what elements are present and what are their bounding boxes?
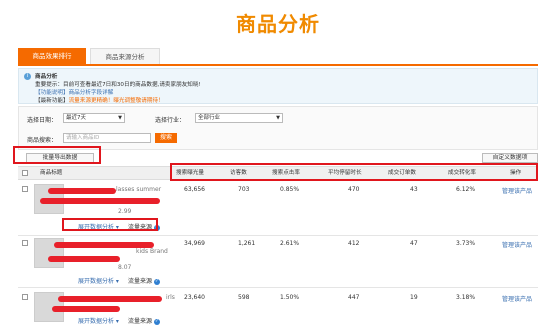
cell-visitors: 598 [238, 294, 250, 301]
table-row: kids Brand 8.07 展开数据分析 ▾ 流量来源 ✓ 34,969 1… [18, 236, 538, 288]
cell-exposure: 63,656 [184, 186, 205, 193]
page-title: 商品分析 [236, 12, 320, 36]
filter-panel: 选择日期： 最近7天 ▼ 选择行业： 全部行业 ▼ 商品搜索： 请输入商品ID 搜索 [18, 106, 538, 150]
search-label: 商品搜索： [27, 137, 58, 144]
expand-analysis-link[interactable]: 展开数据分析 ▾ [78, 276, 119, 285]
manage-product-link[interactable]: 管理该产品 [502, 240, 532, 249]
highlight-expand-analysis [62, 218, 158, 231]
redaction-mark [48, 188, 116, 194]
product-title-fragment[interactable]: irls [166, 294, 175, 301]
cell-stay: 447 [348, 294, 360, 301]
cell-stay: 412 [348, 240, 360, 247]
cell-ctr: 1.50% [280, 294, 300, 301]
notice-new-prefix: 【最新功能】 [35, 98, 69, 104]
cell-visitors: 1,261 [238, 240, 256, 247]
search-input[interactable]: 请输入商品ID [63, 133, 151, 143]
industry-select[interactable]: 全部行业 ▼ [195, 113, 283, 123]
product-title-fragment[interactable]: lasses summer [116, 186, 161, 193]
cell-stay: 470 [348, 186, 360, 193]
row-checkbox[interactable] [22, 186, 28, 192]
tab-product-source[interactable]: 商品来源分析 [90, 48, 160, 64]
product-price: 2.99 [118, 208, 132, 215]
industry-value: 全部行业 [198, 115, 221, 121]
verified-icon: ✓ [153, 278, 160, 285]
product-title-fragment[interactable]: kids Brand [136, 248, 168, 255]
notice-line-important: 重要提示：目前可查看最近7日和30日的商品数据,请卖家朋友知晓! [35, 82, 201, 88]
chevron-down-icon: ▼ [276, 115, 280, 121]
notice-title: 商品分析 [35, 74, 58, 80]
manage-product-link[interactable]: 管理该产品 [502, 186, 532, 195]
cell-orders: 19 [410, 294, 418, 301]
redaction-mark [52, 306, 120, 312]
date-value: 最近7天 [66, 115, 86, 121]
redaction-mark [58, 296, 162, 302]
info-icon: i [24, 73, 31, 80]
traffic-source-link[interactable]: 流量来源 ✓ [128, 276, 160, 285]
row-checkbox[interactable] [22, 294, 28, 300]
cell-exposure: 23,640 [184, 294, 205, 301]
page-banner: 商品分析 [0, 0, 556, 40]
row-checkbox[interactable] [22, 240, 28, 246]
date-label: 选择日期： [27, 117, 58, 124]
cell-cvr: 3.18% [456, 294, 476, 301]
manage-product-link[interactable]: 管理该产品 [502, 294, 532, 303]
notice-new-link[interactable]: 流量来源更精确！曝光调整敬请期待！ [69, 98, 164, 104]
cell-cvr: 3.73% [456, 240, 476, 247]
traffic-source-link[interactable]: 流量来源 ✓ [128, 316, 160, 325]
table-row: irls 展开数据分析 ▾ 流量来源 ✓ 23,640 598 1.50% 44… [18, 290, 538, 326]
cell-orders: 43 [410, 186, 418, 193]
notice-line-new: 【最新功能】流量来源更精确！曝光调整敬请期待！ [35, 96, 164, 104]
notice-line-feature[interactable]: 【功能说明】商品分析字段详解 [35, 88, 113, 96]
tab-product-ranking[interactable]: 商品效果排行 [18, 48, 86, 64]
search-button[interactable]: 搜索 [155, 133, 177, 143]
expand-analysis-link[interactable]: 展开数据分析 ▾ [78, 316, 119, 325]
product-price: 8.07 [118, 264, 132, 271]
date-select[interactable]: 最近7天 ▼ [63, 113, 125, 123]
notice-panel: i 商品分析 重要提示：目前可查看最近7日和30日的商品数据,请卖家朋友知晓! … [18, 68, 538, 104]
col-title: 商品标题 [40, 170, 63, 176]
cell-exposure: 34,969 [184, 240, 205, 247]
industry-label: 选择行业： [155, 117, 186, 124]
cell-ctr: 0.85% [280, 186, 300, 193]
highlight-metric-columns [170, 163, 538, 181]
chevron-down-icon: ▼ [118, 115, 122, 121]
verified-icon: ✓ [153, 318, 160, 325]
custom-columns-button[interactable]: 自定义数据项 [482, 153, 538, 163]
cell-orders: 47 [410, 240, 418, 247]
tab-bar: 商品效果排行 商品来源分析 [18, 48, 538, 66]
redaction-mark [48, 256, 120, 262]
redaction-mark [40, 198, 160, 204]
select-all-checkbox[interactable] [22, 170, 28, 176]
cell-ctr: 2.61% [280, 240, 300, 247]
highlight-export [13, 146, 101, 164]
cell-cvr: 6.12% [456, 186, 476, 193]
cell-visitors: 703 [238, 186, 250, 193]
